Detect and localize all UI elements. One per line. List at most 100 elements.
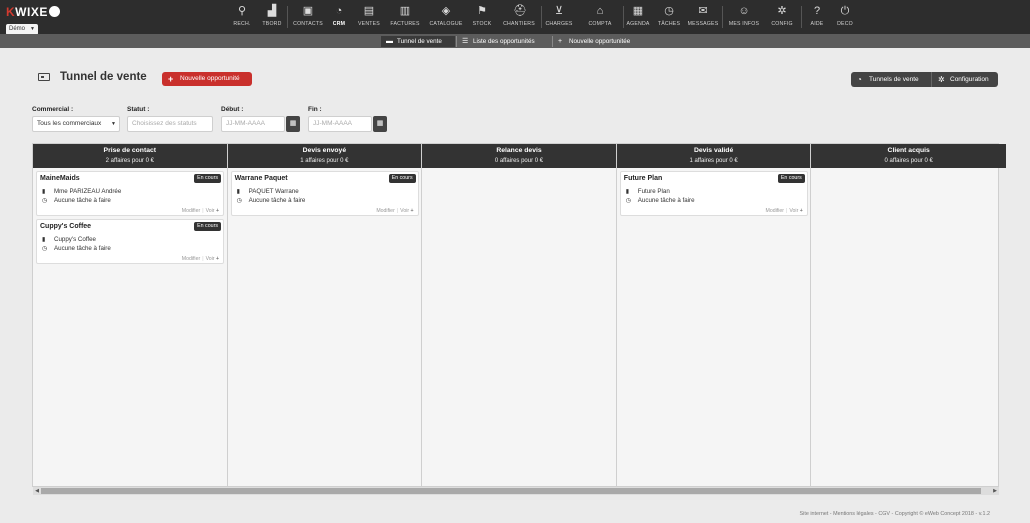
plus-icon[interactable]: + <box>215 208 219 214</box>
debut-date-input[interactable]: JJ-MM-AAAA <box>221 116 285 132</box>
stopwatch-icon: ◷ <box>42 246 48 252</box>
edit-link[interactable]: Modifier <box>182 256 200 262</box>
new-opportunity-button[interactable]: + Nouvelle opportunité <box>162 72 252 86</box>
scroll-left-icon[interactable]: ◀ <box>33 487 41 495</box>
opportunity-name[interactable]: Cuppy's Coffee <box>40 223 91 230</box>
card-actions: Modifier | Voir + <box>766 208 803 214</box>
view-link[interactable]: Voir <box>206 256 215 262</box>
subnav-tab-0[interactable]: ▬ Tunnel de vente <box>381 36 455 47</box>
dashboard-icon: ◔ <box>335 5 343 17</box>
bookmark-icon: ▮ <box>625 189 630 195</box>
chart-area-icon: ▟ <box>267 5 277 17</box>
menu-item-label: CATALOGUE <box>429 21 463 27</box>
view-link[interactable]: Voir <box>789 208 798 214</box>
menu-item-tbord[interactable]: ▟ TBORD <box>258 0 286 34</box>
menu-separator <box>541 6 542 28</box>
column-title: Client acquis <box>887 147 930 154</box>
menu-item-catalogue[interactable]: ◈ CATALOGUE <box>426 0 466 34</box>
column-header: Devis validé 1 affaires pour 0 € <box>616 144 811 168</box>
plus-icon[interactable]: + <box>798 208 803 214</box>
sales-tunnels-button[interactable]: ◔ Tunnels de vente <box>851 72 931 87</box>
opportunity-name[interactable]: Future Plan <box>624 175 663 182</box>
column-header: Client acquis 0 affaires pour 0 € <box>811 144 1006 168</box>
edit-link[interactable]: Modifier <box>182 208 200 214</box>
menu-item-label: MES INFOS <box>728 21 760 27</box>
view-link[interactable]: Voir <box>206 208 215 214</box>
edit-link[interactable]: Modifier <box>376 208 394 214</box>
fin-calendar-button[interactable]: ▦ <box>373 116 387 132</box>
calendar-icon: ▦ <box>376 120 384 127</box>
edit-link[interactable]: Modifier <box>766 208 784 214</box>
chevron-down-icon: ▼ <box>111 121 116 127</box>
opportunity-card[interactable]: Future Plan En cours ▮ Future Plan ◷ Aucune t… <box>619 171 808 216</box>
menu-item-config[interactable]: ✲ CONFIG <box>768 0 796 34</box>
footer-text: Site internet - Mentions légales - CGV -… <box>799 511 990 517</box>
cart-icon: ⊻ <box>554 5 564 17</box>
opportunity-card[interactable]: Warrane Paquet En cours ▮ PAQUET Warrane ◷ Au… <box>230 171 419 216</box>
menu-item-contacts[interactable]: ▣ CONTACTS <box>288 0 328 34</box>
scrollbar-thumb[interactable] <box>41 488 981 494</box>
contact-name[interactable]: PAQUET Warrane <box>249 188 299 195</box>
menu-item-messages[interactable]: ✉ MESSAGES <box>686 0 720 34</box>
column-summary: 1 affaires pour 0 € <box>689 158 738 164</box>
top-navigation-bar: KWIXE Démo ▼ ⚲ RECH. ▟ TBORD ▣ CONTACTS ◔ CRM ▤ VE… <box>0 0 1030 35</box>
configuration-button[interactable]: ✲ Configuration <box>931 72 998 87</box>
menu-item-label: CONFIG <box>771 21 793 27</box>
opportunity-name[interactable]: MaineMaids <box>40 175 80 182</box>
menu-separator <box>722 6 723 28</box>
menu-item-charges[interactable]: ⊻ CHARGES <box>542 0 576 34</box>
task-line: ◷ Aucune tâche à faire <box>42 197 111 204</box>
menu-item-label: COMPTA <box>588 21 612 27</box>
contact-name[interactable]: Cuppy's Coffee <box>54 236 96 243</box>
menu-item-crm[interactable]: ◔ CRM <box>328 0 350 34</box>
menu-item-label: TBORD <box>262 21 282 27</box>
menu-item-ventes[interactable]: ▤ VENTES <box>354 0 384 34</box>
scroll-right-icon[interactable]: ▶ <box>991 487 999 495</box>
menu-item-taches[interactable]: ◷ TÂCHES <box>654 0 684 34</box>
subnav-tab-1[interactable]: ☰ Liste des opportunités <box>457 36 551 47</box>
search-icon: ⚲ <box>237 5 247 17</box>
menu-item-agenda[interactable]: ▦ AGENDA <box>626 0 650 34</box>
status-badge: En cours <box>194 222 221 231</box>
column-summary: 0 affaires pour 0 € <box>884 158 933 164</box>
menu-item-aide[interactable]: ? AIDE <box>806 0 828 34</box>
gear-icon: ✲ <box>938 75 945 84</box>
task-line: ◷ Aucune tâche à faire <box>626 197 695 204</box>
horizontal-scrollbar[interactable]: ◀ ▶ <box>33 487 999 495</box>
plus-icon[interactable]: + <box>215 256 219 262</box>
logo-circle-icon <box>48 6 60 17</box>
app-logo[interactable]: KWIXE <box>6 5 62 20</box>
statut-select[interactable]: Choisissez des statuts <box>127 116 213 132</box>
menu-item-mesinfos[interactable]: ☺ MES INFOS <box>724 0 764 34</box>
commercial-select[interactable]: Tous les commerciaux ▼ <box>32 116 120 132</box>
debut-calendar-button[interactable]: ▦ <box>286 116 300 132</box>
status-badge: En cours <box>388 174 416 183</box>
plus-icon: + <box>558 38 563 45</box>
debut-label: Début : <box>221 106 244 113</box>
contact-line: ▮ Mme PARIZEAU Andrée <box>42 188 121 195</box>
contact-line: ▮ PAQUET Warrane <box>237 188 299 195</box>
menu-item-compta[interactable]: ⌂ COMPTA <box>580 0 620 34</box>
column-header: Relance devis 0 affaires pour 0 € <box>422 144 616 168</box>
menu-item-factures[interactable]: ▥ FACTURES <box>386 0 424 34</box>
opportunity-card[interactable]: Cuppy's Coffee En cours ▮ Cuppy's Coffee ◷ Au… <box>36 219 224 264</box>
fin-date-input[interactable]: JJ-MM-AAAA <box>308 116 372 132</box>
contact-name[interactable]: Mme PARIZEAU Andrée <box>54 188 121 195</box>
opportunity-name[interactable]: Warrane Paquet <box>235 175 288 182</box>
envelope-icon: ✉ <box>698 5 708 17</box>
menu-item-deco[interactable]: ⏻ DECO <box>834 0 856 34</box>
kanban-column: Devis validé 1 affaires pour 0 € Future Pl… <box>616 144 812 487</box>
plus-icon[interactable]: + <box>409 208 414 214</box>
opportunity-card[interactable]: MaineMaids En cours ▮ Mme PARIZEAU Andrée ◷ A… <box>36 171 224 216</box>
menu-item-stock[interactable]: ⚑ STOCK <box>468 0 496 34</box>
view-link[interactable]: Voir <box>400 208 409 214</box>
menu-item-rech[interactable]: ⚲ RECH. <box>228 0 256 34</box>
subnav-tab-2[interactable]: + Nouvelle opportunitée <box>553 36 647 47</box>
menu-item-chantiers[interactable]: ⛑ CHANTIERS <box>498 0 540 34</box>
stock-icon: ⚑ <box>477 5 487 17</box>
contact-name[interactable]: Future Plan <box>638 188 670 195</box>
stopwatch-icon: ◷ <box>236 198 242 204</box>
fin-label: Fin : <box>308 106 322 113</box>
menu-item-label: TÂCHES <box>657 21 681 27</box>
funnel-icon: ▬ <box>386 38 393 45</box>
